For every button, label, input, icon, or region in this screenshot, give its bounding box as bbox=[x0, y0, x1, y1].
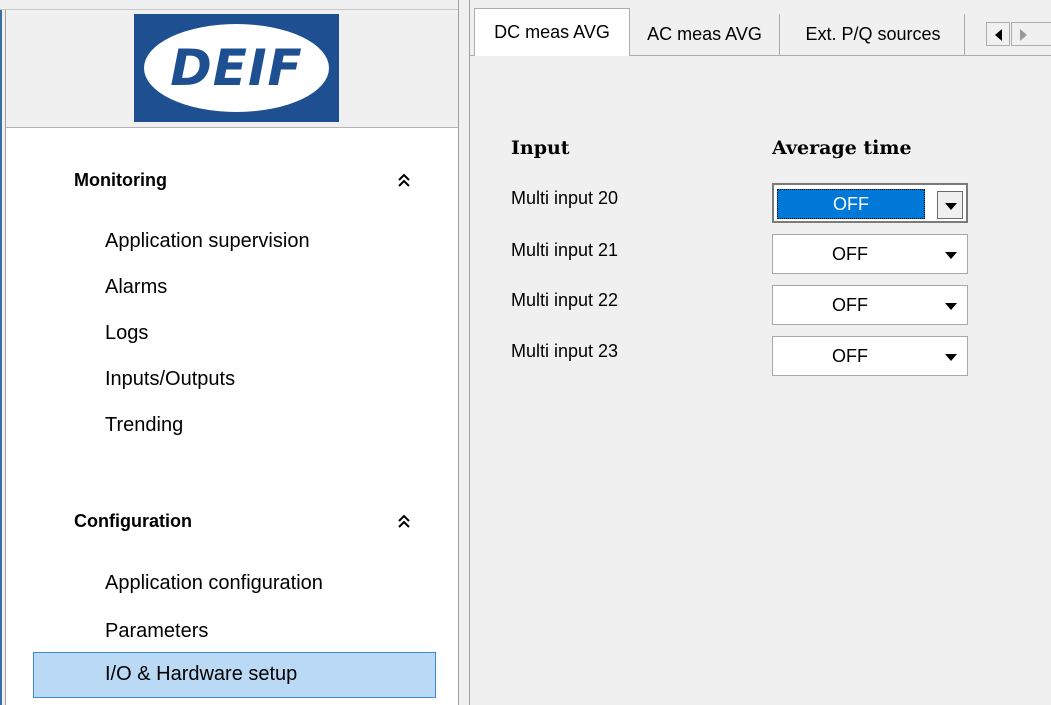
logo-text: DEIF bbox=[170, 39, 303, 97]
select-value: OFF bbox=[832, 295, 868, 315]
nav-item-io-hardware-setup[interactable]: I/O & Hardware setup bbox=[33, 652, 436, 698]
nav-item-label: I/O & Hardware setup bbox=[105, 663, 298, 685]
average-time-column-header: Average time bbox=[772, 137, 912, 159]
row-label-multi-input-21: Multi input 21 bbox=[511, 240, 619, 260]
chevron-down-icon bbox=[945, 252, 957, 259]
arrow-left-icon bbox=[995, 29, 1002, 41]
tab-scroll-left-button[interactable] bbox=[986, 22, 1010, 46]
content-panel: DC meas AVG AC meas AVG Ext. P/Q sources… bbox=[470, 0, 1051, 705]
row-label-multi-input-23: Multi input 23 bbox=[511, 341, 619, 361]
chevron-down-icon bbox=[945, 203, 957, 210]
configuration-section-title[interactable]: Configuration bbox=[74, 511, 192, 532]
chevron-down-icon bbox=[945, 303, 957, 310]
nav-item-application-supervision[interactable]: Application supervision bbox=[105, 230, 310, 253]
average-time-select-22[interactable]: OFF bbox=[772, 285, 968, 325]
nav-item-inputs-outputs[interactable]: Inputs/Outputs bbox=[105, 368, 235, 391]
row-label-multi-input-22: Multi input 22 bbox=[511, 290, 619, 310]
tab-ac-meas-avg[interactable]: AC meas AVG bbox=[630, 14, 780, 56]
dropdown-button[interactable] bbox=[937, 191, 963, 219]
nav-item-logs[interactable]: Logs bbox=[105, 322, 148, 345]
nav-item-application-configuration[interactable]: Application configuration bbox=[105, 572, 323, 595]
dropdown-button[interactable] bbox=[938, 241, 964, 269]
row-label-multi-input-20: Multi input 20 bbox=[511, 188, 619, 208]
panel-splitter[interactable] bbox=[458, 0, 470, 705]
collapse-configuration-icon[interactable] bbox=[396, 513, 412, 529]
logo-area: DEIF bbox=[6, 10, 458, 128]
monitoring-section-title[interactable]: Monitoring bbox=[74, 170, 167, 191]
dropdown-button[interactable] bbox=[938, 343, 964, 371]
dropdown-button[interactable] bbox=[938, 292, 964, 320]
nav-item-parameters[interactable]: Parameters bbox=[105, 620, 208, 643]
navigation-panel: DEIF Monitoring Application supervision … bbox=[6, 10, 458, 705]
nav-item-trending[interactable]: Trending bbox=[105, 414, 183, 437]
tab-ext-pq-sources[interactable]: Ext. P/Q sources bbox=[782, 14, 965, 56]
select-value: OFF bbox=[832, 244, 868, 264]
select-value: OFF bbox=[832, 346, 868, 366]
tab-scroll-right-button[interactable] bbox=[1011, 22, 1051, 46]
chevron-down-icon bbox=[945, 354, 957, 361]
average-time-select-21[interactable]: OFF bbox=[772, 234, 968, 274]
input-column-header: Input bbox=[511, 137, 570, 159]
collapse-monitoring-icon[interactable] bbox=[396, 172, 412, 188]
average-time-select-20[interactable]: OFF bbox=[772, 183, 968, 223]
nav-item-alarms[interactable]: Alarms bbox=[105, 276, 167, 299]
window-top-border bbox=[0, 0, 462, 10]
tab-dc-meas-avg[interactable]: DC meas AVG bbox=[474, 8, 630, 56]
arrow-right-icon bbox=[1020, 29, 1027, 41]
logo-oval: DEIF bbox=[144, 24, 329, 112]
deif-logo: DEIF bbox=[134, 14, 339, 122]
select-value: OFF bbox=[777, 189, 925, 219]
average-time-select-23[interactable]: OFF bbox=[772, 336, 968, 376]
